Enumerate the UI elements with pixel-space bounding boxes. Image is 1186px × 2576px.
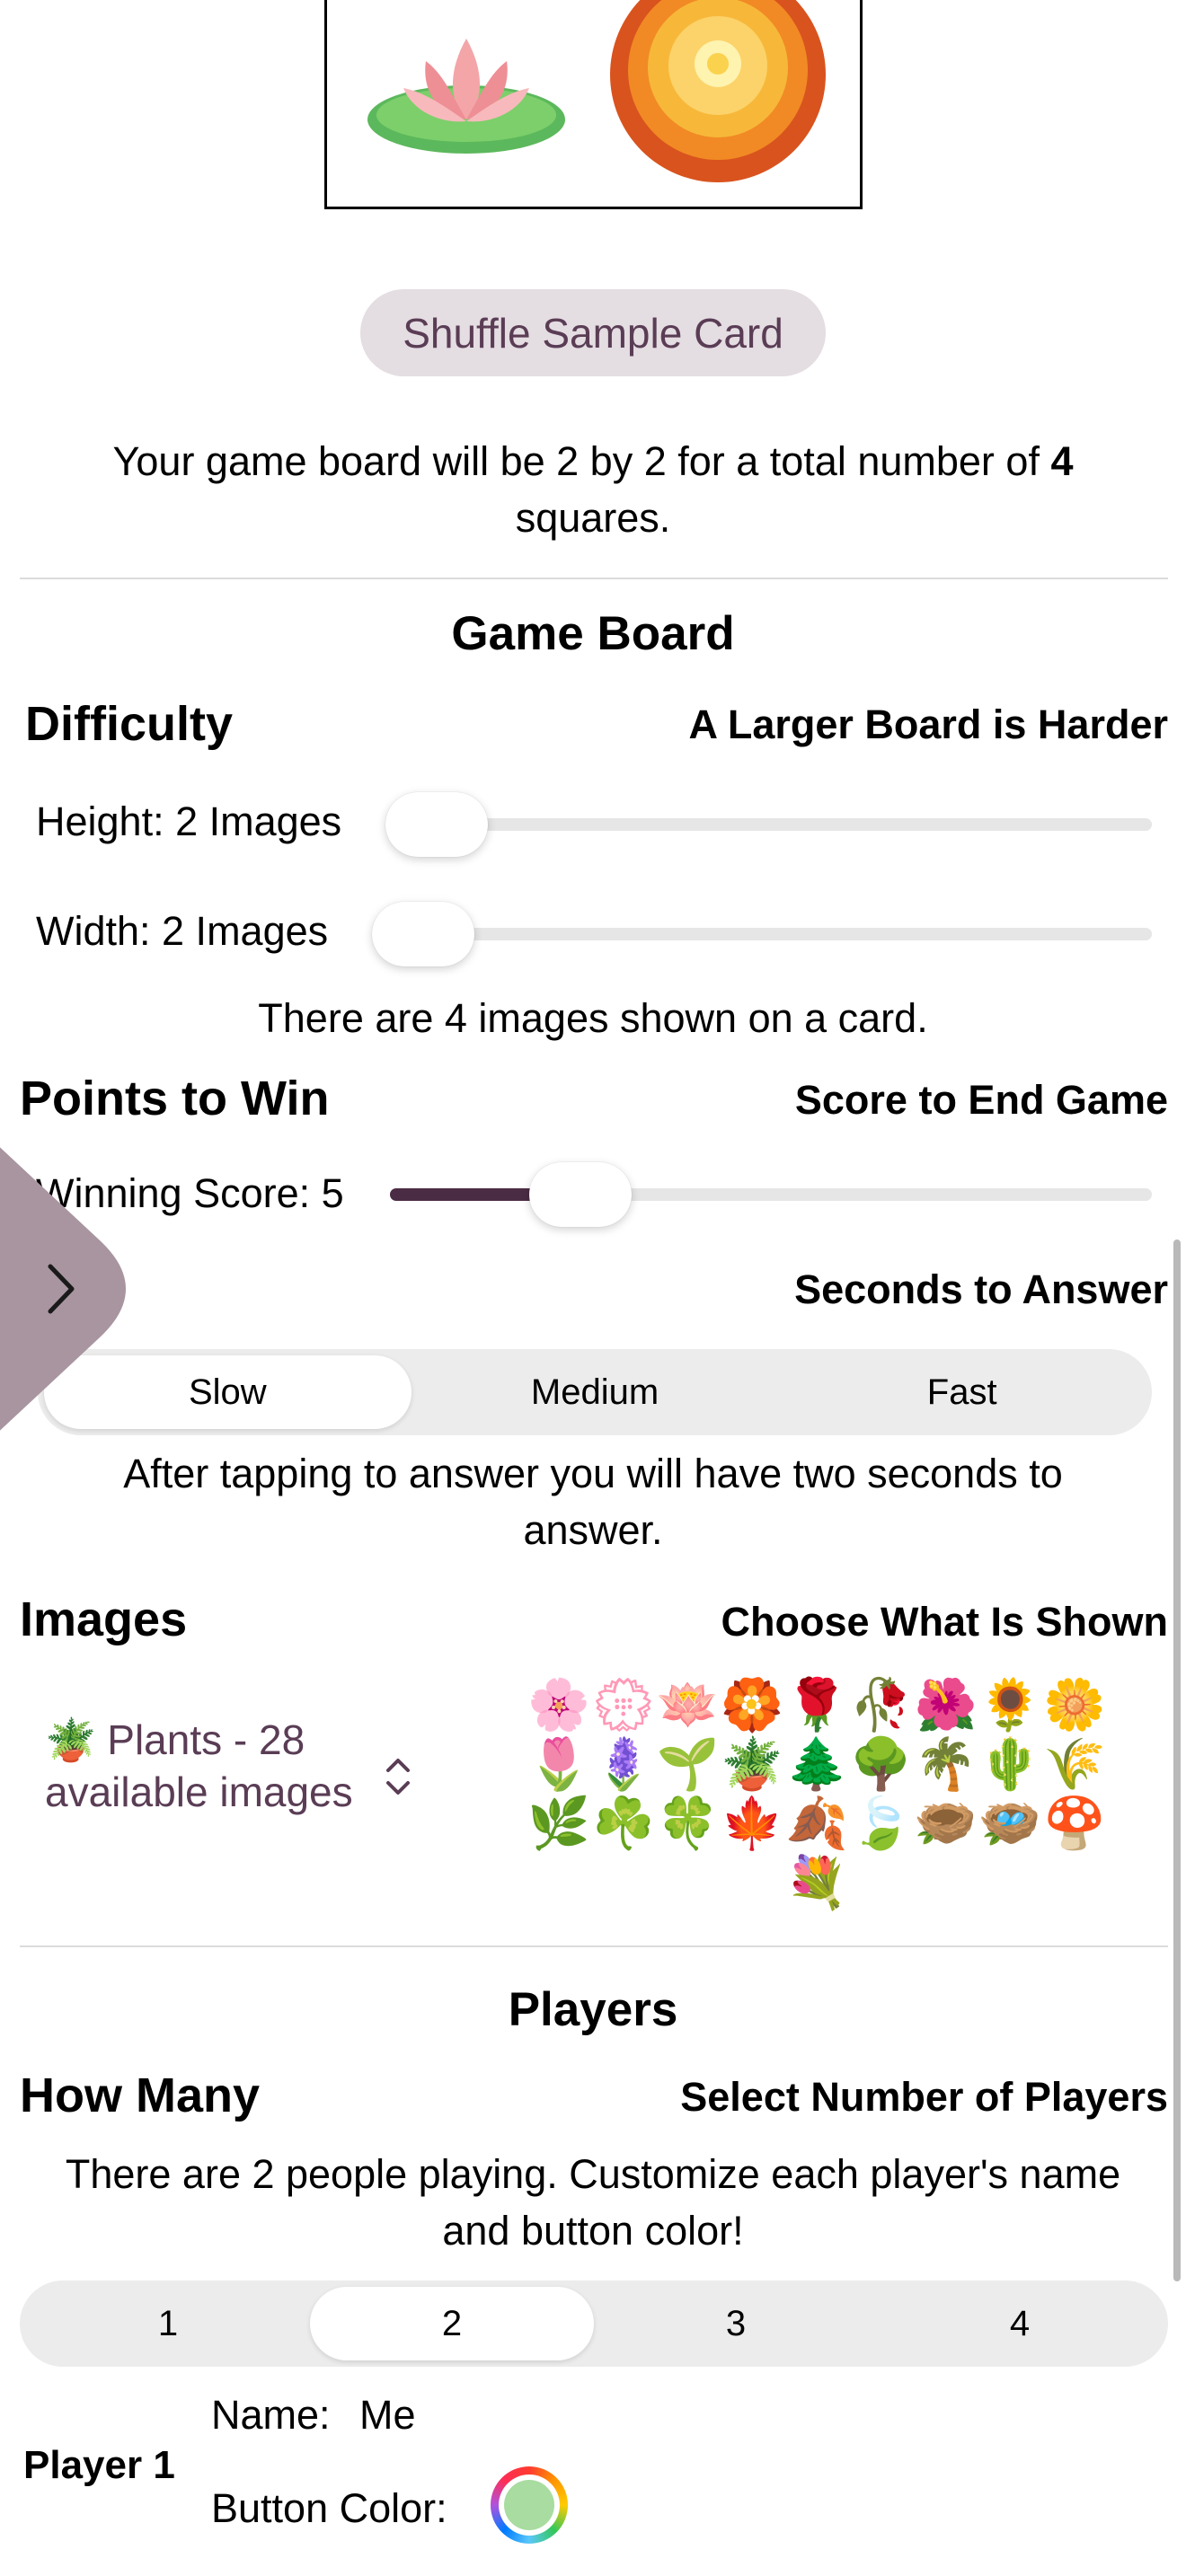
board-summary-count: 4 <box>1050 438 1074 484</box>
game-board-title: Game Board <box>451 607 735 660</box>
width-slider-track[interactable] <box>373 928 1152 940</box>
board-summary: Your game board will be 2 by 2 for a tot… <box>36 433 1150 546</box>
speed-option-fast[interactable]: Fast <box>778 1355 1146 1429</box>
player-1-name-label: Name: <box>211 2392 331 2438</box>
player-count-option-4[interactable]: 4 <box>878 2287 1162 2360</box>
height-slider-thumb[interactable] <box>385 792 488 857</box>
chevron-up-down-icon[interactable] <box>385 1756 412 1797</box>
rosette-image <box>610 0 826 182</box>
image-set-picker[interactable]: 🪴 Plants - 28 available images <box>45 1714 422 1818</box>
players-description: There are 2 people playing. Customize ea… <box>65 2151 1121 2254</box>
how-many-hint: Select Number of Players <box>680 2074 1168 2120</box>
player-1-button-color-label: Button Color: <box>211 2485 447 2531</box>
image-set-preview: 🌸💮🪷🏵️🌹🥀🌺🌻🌼🌷🪻🌱🪴🌲🌳🌴🌵🌾🌿☘️🍀🍁🍂🍃🪹🪺🍄💐 <box>527 1676 1108 1910</box>
player-count-segmented-control[interactable]: 1 2 3 4 <box>20 2280 1168 2367</box>
speed-hint: Seconds to Answer <box>794 1266 1168 1312</box>
how-many-heading: How Many <box>20 2069 261 2122</box>
speed-option-medium[interactable]: Medium <box>412 1355 779 1429</box>
color-well-swatch <box>504 2480 554 2530</box>
players-title: Players <box>508 1983 678 2036</box>
potted-plant-icon: 🪴 <box>45 1716 97 1763</box>
player-1-label: Player 1 <box>23 2443 175 2487</box>
difficulty-hint: A Larger Board is Harder <box>688 701 1169 747</box>
images-on-card-text: There are 4 images shown on a card. <box>258 995 928 1041</box>
divider <box>20 1945 1168 1947</box>
images-hint: Choose What Is Shown <box>721 1599 1168 1645</box>
board-summary-prefix: Your game board will be 2 by 2 for a tot… <box>112 438 1040 484</box>
speed-description: After tapping to answer you will have tw… <box>123 1451 1063 1553</box>
scrollbar[interactable] <box>1173 1239 1181 2281</box>
divider <box>20 578 1168 579</box>
points-hint: Score to End Game <box>794 1077 1168 1123</box>
player-count-option-1[interactable]: 1 <box>26 2287 310 2360</box>
player-1-name-field[interactable]: Me <box>359 2392 416 2439</box>
shuffle-sample-card-button[interactable]: Shuffle Sample Card <box>360 289 826 376</box>
board-summary-suffix: squares. <box>515 495 671 541</box>
sample-card <box>324 0 863 209</box>
images-heading: Images <box>20 1592 188 1646</box>
height-slider-track[interactable] <box>386 818 1152 831</box>
sample-card-images <box>367 0 826 182</box>
player-count-option-2[interactable]: 2 <box>310 2287 594 2360</box>
player-1-color-well[interactable] <box>491 2466 568 2544</box>
side-drawer-tab[interactable] <box>0 1114 153 1464</box>
difficulty-heading: Difficulty <box>25 697 234 751</box>
width-slider-label: Width: 2 Images <box>36 908 329 954</box>
width-slider-thumb[interactable] <box>372 902 474 966</box>
height-slider-label: Height: 2 Images <box>36 798 342 844</box>
lotus-image <box>367 39 565 154</box>
player-count-option-3[interactable]: 3 <box>594 2287 878 2360</box>
speed-segmented-control[interactable]: Slow Medium Fast <box>38 1349 1152 1435</box>
winning-score-slider-thumb[interactable] <box>529 1162 632 1227</box>
